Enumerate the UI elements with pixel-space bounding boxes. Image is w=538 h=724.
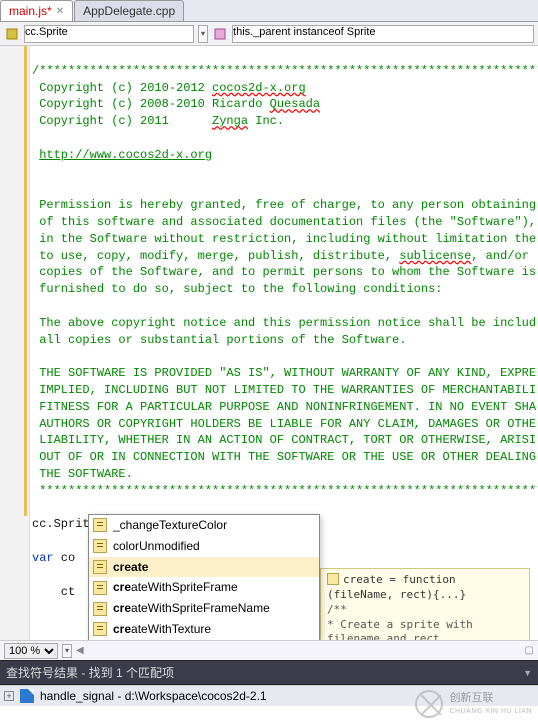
member-selector[interactable]: this._parent instanceof Sprite [232, 25, 534, 43]
code-editor[interactable]: /***************************************… [0, 46, 538, 640]
zoom-selector[interactable]: 100 % [4, 643, 58, 659]
tab-bar: main.js* ✕ AppDelegate.cpp [0, 0, 538, 22]
ac-label: createWithTexture [113, 621, 211, 638]
ac-label: createWithSpriteFrame [113, 579, 238, 596]
method-icon [93, 518, 107, 532]
tab-label: AppDelegate.cpp [83, 4, 175, 18]
scope-selector[interactable]: cc.Sprite [24, 25, 194, 43]
scope-text: cc.Sprite [25, 26, 68, 38]
doc-line: /** [327, 603, 523, 618]
ac-item-selected[interactable]: create [89, 557, 319, 578]
change-indicator [24, 46, 27, 516]
zoom-bar: 100 % ▾ ◀ ▢ [0, 640, 538, 660]
ac-item[interactable]: colorUnmodified [89, 536, 319, 557]
file-icon [20, 689, 34, 703]
split-icon[interactable]: ▢ [525, 645, 534, 656]
result-text: handle_signal - d:\Workspace\cocos2d-2.1 [40, 689, 267, 703]
tab-appdelegate-cpp[interactable]: AppDelegate.cpp [74, 0, 184, 21]
navigation-bar: cc.Sprite ▾ this._parent instanceof Spri… [0, 22, 538, 46]
doc-signature: create = function (fileName, rect){...} [327, 573, 466, 601]
member-text: this._parent instanceof Sprite [233, 26, 375, 38]
ac-item[interactable]: createWithTexture [89, 619, 319, 640]
method-icon [327, 573, 339, 585]
method-icon [93, 539, 107, 553]
link-cocos2dx[interactable]: http://www.cocos2d-x.org [39, 148, 212, 162]
ac-label: create [113, 559, 148, 576]
ac-label: _changeTextureColor [113, 517, 227, 534]
ac-item[interactable]: _changeTextureColor [89, 515, 319, 536]
chevron-down-icon[interactable]: ▼ [523, 668, 532, 678]
method-icon [212, 26, 228, 42]
close-icon[interactable]: ✕ [56, 6, 64, 17]
find-results-text: 查找符号结果 - 找到 1 个匹配项 [6, 664, 174, 681]
ac-item[interactable]: createWithSpriteFrameName [89, 598, 319, 619]
editor-gutter [0, 46, 30, 640]
find-result-row[interactable]: + handle_signal - d:\Workspace\cocos2d-2… [0, 685, 538, 706]
tab-label: main.js* [9, 4, 52, 18]
ac-label: createWithSpriteFrameName [113, 600, 270, 617]
chevron-down-icon[interactable]: ▾ [62, 644, 72, 658]
doc-line: * Create a sprite with filename and rect [327, 618, 523, 640]
watermark-text-en: CHUANG XIN HU LIAN [449, 708, 532, 715]
chevron-down-icon[interactable]: ▾ [198, 25, 208, 43]
method-icon [93, 581, 107, 595]
find-results-header[interactable]: 查找符号结果 - 找到 1 个匹配项 ▼ [0, 660, 538, 685]
cube-icon [4, 26, 20, 42]
tab-main-js[interactable]: main.js* ✕ [0, 0, 73, 21]
ac-item[interactable]: createWithSpriteFrame [89, 577, 319, 598]
method-icon [93, 602, 107, 616]
ac-label: colorUnmodified [113, 538, 200, 555]
autocomplete-popup: _changeTextureColor colorUnmodified crea… [88, 514, 320, 640]
method-icon [93, 622, 107, 636]
method-icon [93, 560, 107, 574]
expand-icon[interactable]: + [4, 691, 14, 701]
nav-back-icon[interactable]: ◀ [76, 645, 84, 656]
doc-tooltip: create = function (fileName, rect){...} … [320, 568, 530, 640]
